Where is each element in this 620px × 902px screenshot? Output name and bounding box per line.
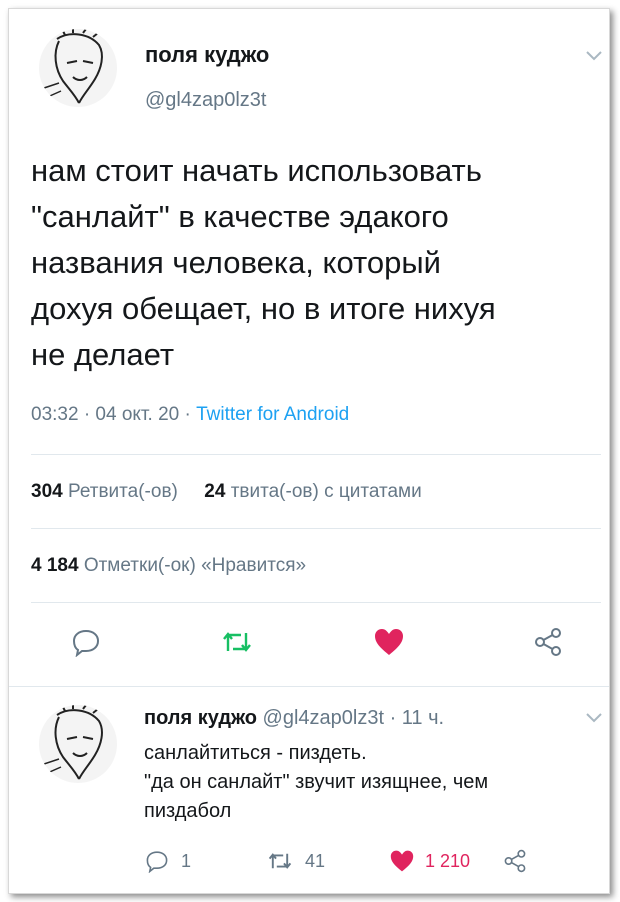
tweet-timestamp[interactable]: 03:32 · 04 окт. 20 ·: [31, 404, 196, 425]
share-icon[interactable]: [503, 849, 527, 873]
divider: [31, 602, 601, 603]
retweets-count: 304: [31, 481, 63, 502]
reply-icon[interactable]: [71, 627, 101, 657]
like-icon[interactable]: [373, 627, 405, 657]
quotes-label: твита(-ов) с цитатами: [225, 481, 422, 502]
likes-count: 4 184: [31, 555, 79, 576]
retweet-icon[interactable]: [267, 849, 293, 873]
like-icon[interactable]: [389, 849, 415, 873]
reply-text: санлайтиться - пиздеть. "да он санлайт" …: [144, 742, 489, 822]
likes-stat[interactable]: 4 184 Отметки(-ок) «Нравится»: [31, 555, 306, 577]
chevron-down-icon[interactable]: [585, 711, 603, 725]
tweet-text: нам стоит начать использовать "санлайт" …: [31, 153, 496, 372]
avatar-image: [40, 705, 104, 780]
author-handle[interactable]: @gl4zap0lz3t: [145, 89, 266, 112]
retweet-quote-stats: 304 Ретвита(-ов) 24 твита(-ов) с цитатам…: [31, 481, 422, 503]
retweets-label: Ретвита(-ов): [62, 481, 178, 502]
reply-author-handle[interactable]: @gl4zap0lz3t: [263, 707, 384, 729]
like-count: 1 210: [425, 851, 471, 871]
reply-author-avatar[interactable]: [39, 705, 117, 783]
retweet-icon[interactable]: [221, 627, 253, 657]
retweets-stat[interactable]: 304 Ретвита(-ов): [31, 481, 178, 502]
chevron-down-icon[interactable]: [585, 49, 603, 63]
quotes-stat[interactable]: 24 твита(-ов) с цитатами: [204, 481, 421, 502]
tweet-source-link[interactable]: Twitter for Android: [196, 404, 349, 425]
divider: [9, 686, 609, 687]
tweet-screenshot: поля куджо @gl4zap0lz3t нам стоит начать…: [8, 8, 610, 894]
reply-age: · 11 ч.: [384, 707, 445, 729]
tweet-meta: 03:32 · 04 окт. 20 · Twitter for Android: [31, 404, 349, 426]
reply-header: поля куджо @gl4zap0lz3t · 11 ч.: [144, 707, 444, 730]
quotes-count: 24: [204, 481, 226, 502]
reply-count: 1: [181, 851, 192, 871]
author-name[interactable]: поля куджо: [145, 42, 269, 68]
likes-label: Отметки(-ок) «Нравится»: [78, 555, 307, 576]
reply-author-name[interactable]: поля куджо: [144, 707, 257, 729]
avatar-image: [40, 29, 104, 104]
divider: [31, 454, 601, 455]
share-icon[interactable]: [533, 627, 563, 657]
retweet-count: 41: [305, 851, 326, 871]
reply-icon[interactable]: [145, 849, 169, 873]
divider: [31, 528, 601, 529]
author-avatar[interactable]: [39, 29, 117, 107]
